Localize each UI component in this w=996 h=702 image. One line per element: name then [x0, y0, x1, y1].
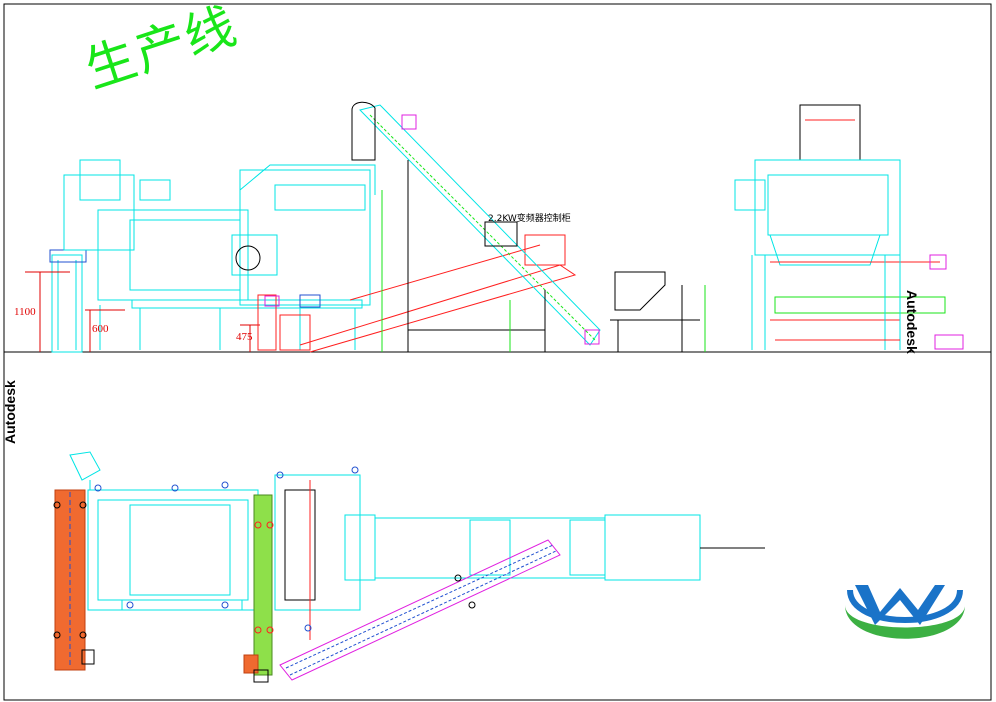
cleaning-machine [63, 159, 376, 350]
dimension-475: 475 [236, 331, 253, 343]
autodesk-watermark-right: Autodesk [904, 290, 920, 354]
drawing-canvas: 生产线 Autodesk Autodesk 1100 600 475 2.2KW… [0, 0, 996, 702]
left-feed-conveyor [49, 249, 87, 353]
control-cabinet-annotation: 2.2KW变频器控制柜 [488, 214, 571, 224]
cad-drawing [3, 3, 992, 701]
plan-view [53, 451, 965, 683]
autodesk-watermark-left: Autodesk [2, 380, 18, 444]
inclined-conveyor [351, 101, 601, 352]
red-elevator [257, 234, 577, 353]
dimension-1100: 1100 [14, 306, 36, 318]
elevation-view [25, 101, 964, 353]
discharge-hopper [610, 271, 706, 352]
uv-logo-icon [845, 585, 965, 639]
dimension-lines [25, 271, 260, 352]
dimension-600: 600 [92, 323, 109, 335]
plan-cleaning-machine [69, 451, 259, 611]
side-view-machine [734, 104, 964, 350]
